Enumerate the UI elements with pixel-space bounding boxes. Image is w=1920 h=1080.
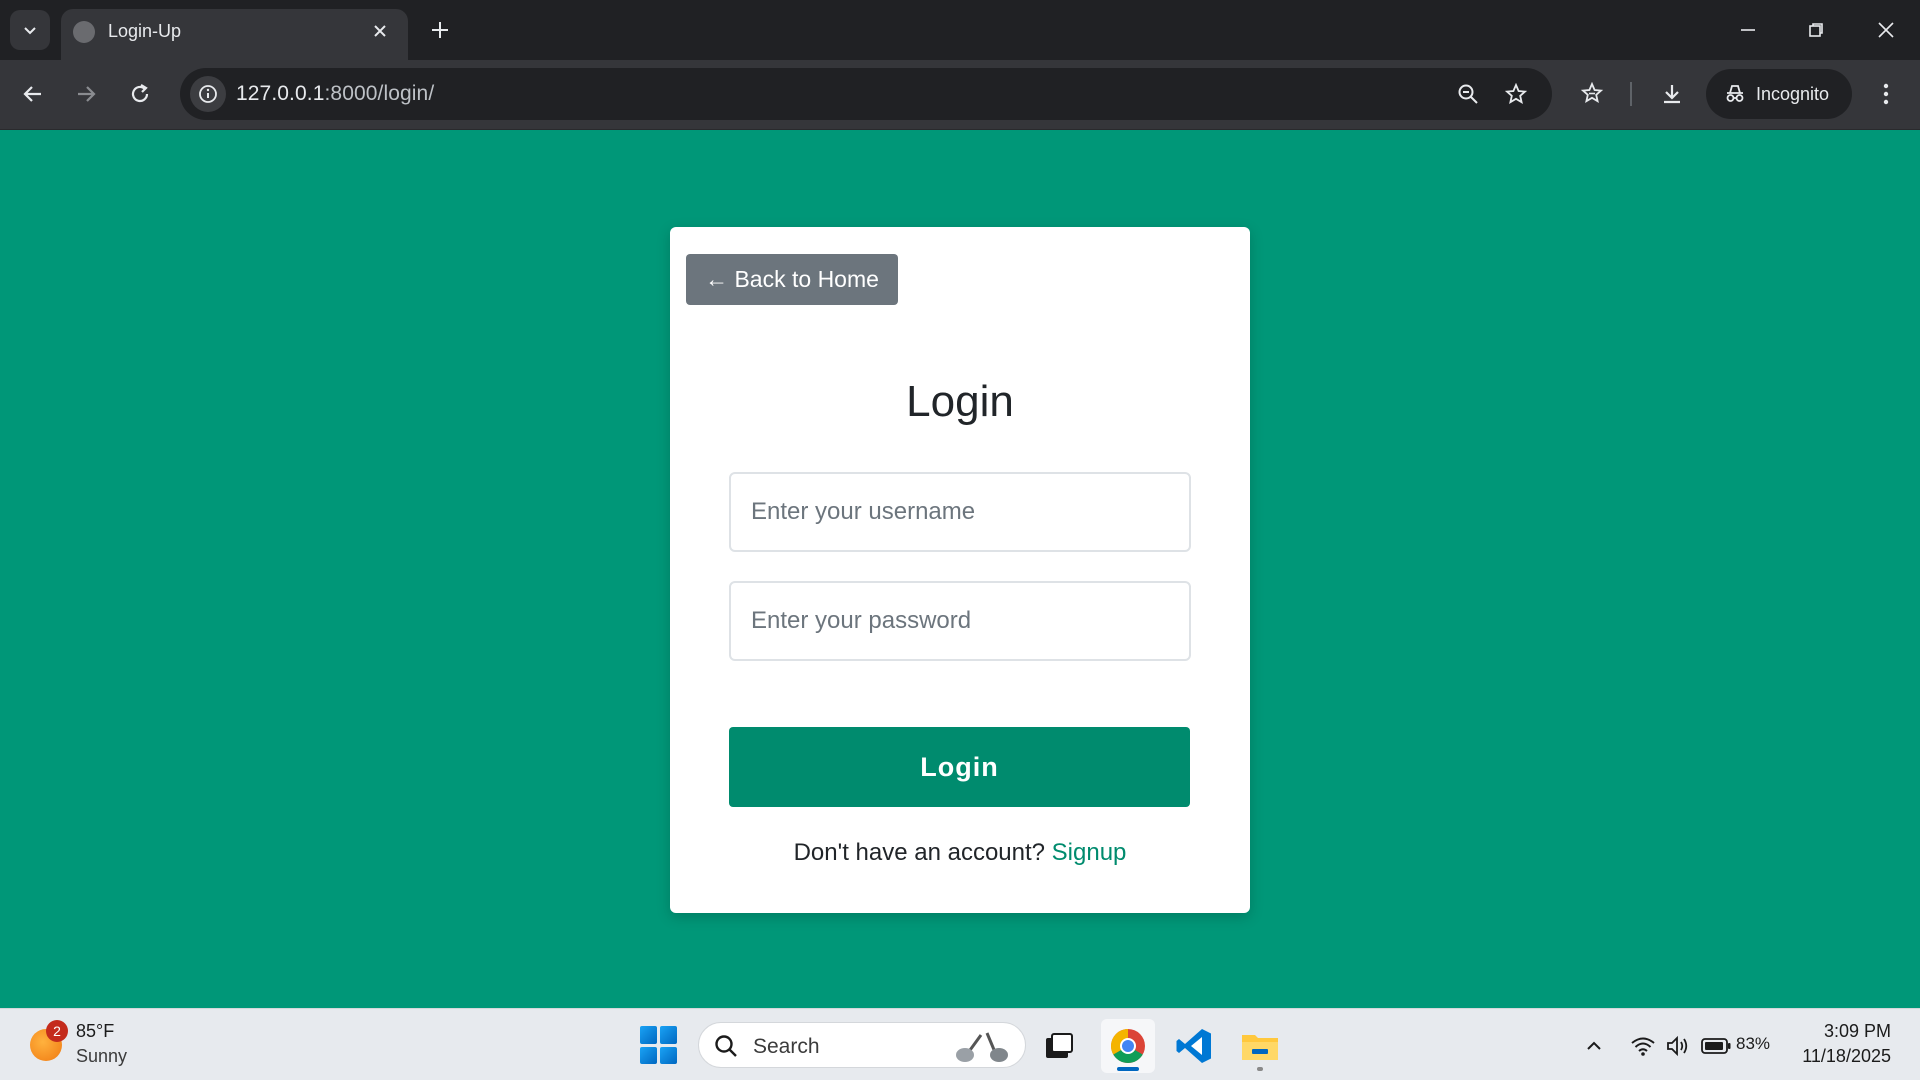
zoom-out-icon: [1458, 84, 1478, 104]
minimize-button[interactable]: [1714, 0, 1782, 60]
chrome-icon: [1111, 1029, 1145, 1063]
login-submit-button[interactable]: Login: [729, 727, 1190, 807]
login-card: ← Back to Home Login Login Don't have an…: [670, 227, 1250, 913]
battery-button[interactable]: [1701, 1031, 1731, 1061]
windows-logo-tile: [640, 1026, 657, 1044]
network-button[interactable]: [1628, 1031, 1658, 1061]
tab-title: Login-Up: [108, 21, 182, 41]
page-title: Login: [906, 377, 1014, 426]
download-icon: [1664, 85, 1680, 104]
zoom-button[interactable]: [1450, 76, 1486, 112]
info-icon: [199, 85, 217, 103]
taskbar-app-chrome[interactable]: [1101, 1019, 1155, 1073]
url-text: 127.0.0.1:8000/login/: [236, 82, 434, 106]
plus-icon: [432, 22, 448, 38]
url-path: :8000/login/: [324, 82, 435, 105]
browser-tab-strip: Login-Up: [0, 0, 1920, 60]
volume-button[interactable]: [1663, 1031, 1693, 1061]
taskbar-search[interactable]: Search: [698, 1022, 1026, 1068]
signup-link[interactable]: Signup: [1052, 839, 1127, 866]
arrow-left-icon: [23, 86, 41, 102]
arrow-right-icon: [78, 86, 96, 102]
star-icon: [1505, 83, 1527, 105]
windows-logo-tile: [640, 1046, 657, 1064]
new-tab-button[interactable]: [422, 12, 458, 48]
reload-icon: [131, 84, 149, 103]
more-vertical-icon: [1883, 83, 1889, 105]
weather-condition: Sunny: [76, 1046, 128, 1066]
bookmark-button[interactable]: [1498, 76, 1534, 112]
signup-prompt-text: Don't have an account?: [793, 839, 1052, 866]
battery-icon: [1701, 1038, 1731, 1054]
restore-icon: [1809, 23, 1823, 37]
taskbar-app-vscode[interactable]: [1167, 1019, 1221, 1073]
speaker-icon: [1667, 1035, 1688, 1057]
vscode-icon: [1176, 1029, 1211, 1063]
signup-prompt: Don't have an account? Signup: [670, 839, 1250, 867]
chevron-up-icon: [1587, 1041, 1601, 1050]
clock-time: 3:09 PM: [1823, 1021, 1891, 1041]
close-icon: [1878, 22, 1894, 38]
show-hidden-icons-button[interactable]: [1579, 1031, 1609, 1061]
reload-button[interactable]: [120, 74, 160, 114]
windows-logo-tile: [660, 1026, 677, 1044]
running-app-indicator: [1257, 1067, 1263, 1071]
clock-date: 11/18/2025: [1802, 1046, 1891, 1066]
toolbar-divider: [1630, 82, 1632, 106]
username-input[interactable]: [729, 472, 1191, 552]
windows-logo-tile: [660, 1046, 677, 1064]
browser-tab-active[interactable]: Login-Up: [61, 9, 408, 60]
wifi-icon: [1631, 1037, 1655, 1056]
password-input[interactable]: [729, 581, 1191, 661]
forward-nav-button[interactable]: [66, 74, 106, 114]
close-window-button[interactable]: [1852, 0, 1920, 60]
incognito-label: Incognito: [1756, 83, 1830, 104]
task-view-icon: [1046, 1033, 1073, 1058]
taskbar-app-file-explorer[interactable]: [1233, 1019, 1287, 1073]
tab-close-button[interactable]: [367, 18, 393, 44]
star-list-icon: [1580, 82, 1604, 104]
notification-badge: 2: [46, 1020, 68, 1042]
address-bar[interactable]: 127.0.0.1:8000/login/: [180, 68, 1552, 120]
browser-toolbar: 127.0.0.1:8000/login/ Incognito: [0, 60, 1920, 130]
incognito-icon: [1726, 85, 1744, 102]
restore-button[interactable]: [1782, 0, 1850, 60]
globe-icon: [73, 21, 95, 43]
downloads-button[interactable]: [1652, 74, 1692, 114]
battery-percentage: 83%: [1736, 1034, 1771, 1053]
incognito-indicator[interactable]: Incognito: [1706, 69, 1852, 119]
chevron-down-icon: [24, 27, 36, 35]
search-highlight-icon: [956, 1032, 1008, 1062]
bookmarks-button[interactable]: [1572, 74, 1612, 114]
minimize-icon: [1741, 29, 1755, 31]
tab-search-button[interactable]: [10, 10, 50, 50]
taskbar-app-task-view[interactable]: [1032, 1019, 1086, 1073]
windows-taskbar: 2 85°F Sunny Search 83% 3:09 PM 11/18/20…: [0, 1008, 1920, 1080]
folder-icon: [1242, 1035, 1278, 1060]
site-info-button[interactable]: [190, 76, 226, 112]
weather-temperature: 85°F: [76, 1021, 115, 1041]
close-icon: [374, 25, 386, 37]
start-button[interactable]: [640, 1026, 678, 1064]
url-host: 127.0.0.1: [236, 82, 325, 105]
back-to-home-button[interactable]: ← Back to Home: [686, 254, 898, 305]
active-app-indicator: [1117, 1067, 1139, 1071]
search-icon: [715, 1035, 737, 1057]
back-nav-button[interactable]: [13, 74, 53, 114]
search-label: Search: [753, 1035, 820, 1058]
browser-menu-button[interactable]: [1866, 74, 1906, 114]
